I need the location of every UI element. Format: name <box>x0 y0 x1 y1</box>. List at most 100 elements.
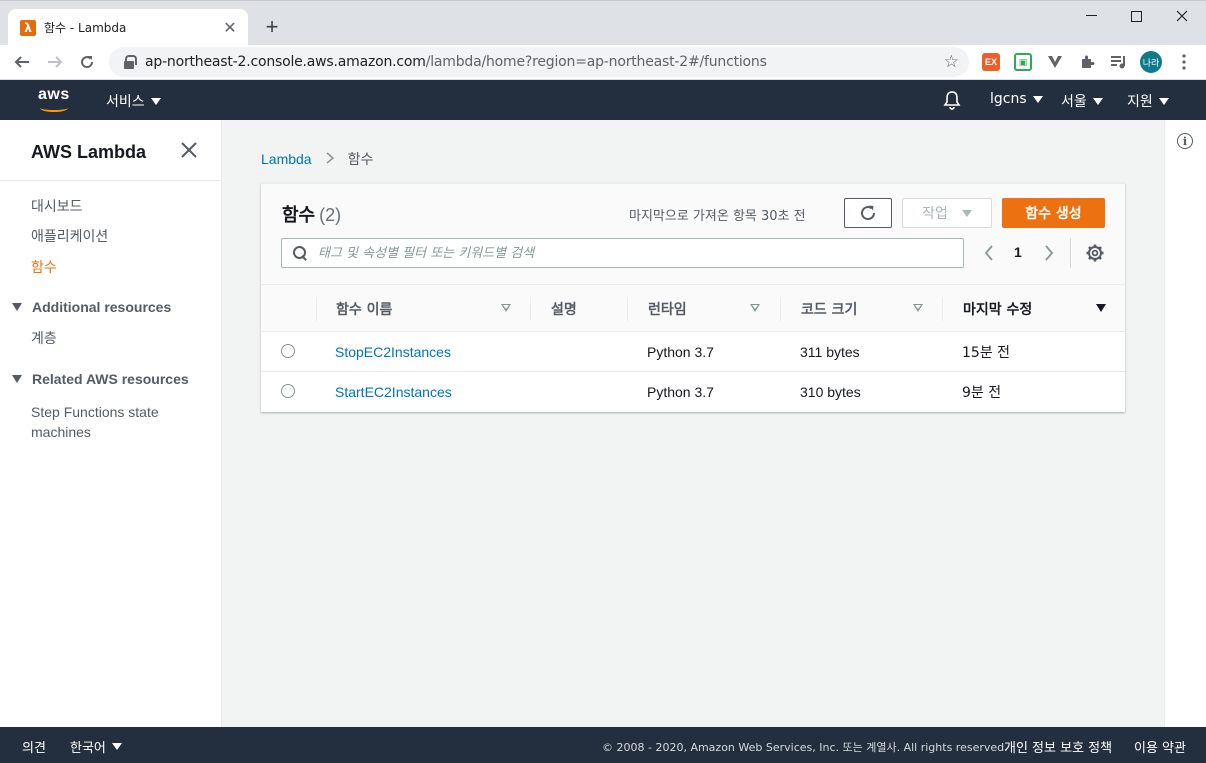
url-text: ap-northeast-2.console.aws.amazon.com/la… <box>145 54 767 70</box>
function-name-link[interactable]: StartEC2Instances <box>335 372 452 412</box>
help-rail: i <box>1164 120 1206 727</box>
caret-down-icon <box>1092 97 1103 105</box>
extension-screen-icon[interactable]: ▣ <box>1014 53 1032 71</box>
lock-icon <box>123 55 137 69</box>
sidebar-item-applications[interactable]: 애플리케이션 <box>31 226 108 246</box>
sidebar-divider <box>0 180 221 181</box>
current-page-number[interactable]: 1 <box>1014 244 1022 260</box>
table-row[interactable]: StartEC2Instances Python 3.7 310 bytes 9… <box>261 372 1125 412</box>
page-next-icon[interactable] <box>1039 243 1059 263</box>
column-header-runtime[interactable]: 런타임 <box>648 285 687 332</box>
forward-arrow-icon[interactable] <box>41 48 69 76</box>
gear-icon[interactable] <box>1085 243 1105 263</box>
support-menu[interactable]: 지원 <box>1127 91 1169 111</box>
profile-avatar[interactable]: 나라 <box>1140 51 1162 73</box>
privacy-policy-link[interactable]: 개인 정보 보호 정책 <box>1004 737 1112 756</box>
sort-icon[interactable] <box>501 304 511 312</box>
sort-icon[interactable] <box>913 304 923 312</box>
filter-search <box>281 238 964 268</box>
sidebar: AWS Lambda 대시보드 애플리케이션 함수 Additional res… <box>0 120 222 727</box>
bookmark-star-icon[interactable]: ☆ <box>944 52 959 72</box>
column-divider <box>530 297 531 321</box>
browser-menu-icon[interactable] <box>1175 53 1193 71</box>
actions-dropdown[interactable]: 작업 <box>902 198 992 228</box>
maximize-icon[interactable] <box>1113 1 1159 31</box>
caret-down-icon <box>1158 97 1169 105</box>
sidebar-item-step-functions[interactable]: Step Functions state machines <box>31 402 159 442</box>
search-icon <box>292 245 308 261</box>
address-bar[interactable]: ap-northeast-2.console.aws.amazon.com/la… <box>109 47 969 77</box>
column-header-function-name[interactable]: 함수 이름 <box>336 285 392 332</box>
sidebar-item-dashboard[interactable]: 대시보드 <box>31 196 83 216</box>
expand-triangle-icon <box>12 303 22 311</box>
back-arrow-icon[interactable] <box>8 48 36 76</box>
column-header-code-size[interactable]: 코드 크기 <box>801 285 857 332</box>
breadcrumb-current: 함수 <box>347 152 374 168</box>
caret-down-icon <box>111 743 122 750</box>
media-queue-icon[interactable] <box>1110 53 1128 71</box>
table-row[interactable]: StopEC2Instances Python 3.7 311 bytes 15… <box>261 332 1125 372</box>
functions-panel: 함수(2) 마지막으로 가져온 항목 30초 전 작업 함수 생성 1 <box>261 183 1125 412</box>
extension-v-icon[interactable] <box>1046 53 1064 71</box>
info-icon[interactable]: i <box>1177 133 1193 149</box>
new-tab-button[interactable]: + <box>260 13 284 41</box>
tab-close-icon[interactable]: ✕ <box>222 18 238 38</box>
breadcrumb: Lambda 함수 <box>261 149 373 169</box>
function-name-link[interactable]: StopEC2Instances <box>335 332 451 372</box>
browser-toolbar: ap-northeast-2.console.aws.amazon.com/la… <box>0 45 1206 80</box>
function-code-size: 311 bytes <box>800 344 860 360</box>
sidebar-section-additional-resources[interactable]: Additional resources <box>12 299 171 315</box>
sidebar-item-layers[interactable]: 계층 <box>31 328 57 348</box>
language-selector[interactable]: 한국어 <box>70 737 122 756</box>
column-divider <box>316 297 317 321</box>
copyright-text: © 2008 - 2020, Amazon Web Services, Inc.… <box>602 741 1008 754</box>
sort-icon[interactable] <box>750 304 760 312</box>
function-code-size: 310 bytes <box>800 384 861 400</box>
create-function-button[interactable]: 함수 생성 <box>1002 198 1105 228</box>
services-menu[interactable]: 서비스 <box>106 91 161 111</box>
sort-descending-icon[interactable] <box>1096 304 1106 312</box>
column-header-last-modified[interactable]: 마지막 수정 <box>963 285 1032 332</box>
extensions-puzzle-icon[interactable] <box>1078 53 1096 71</box>
breadcrumb-lambda-link[interactable]: Lambda <box>261 151 312 167</box>
function-runtime: Python 3.7 <box>647 384 714 400</box>
chevron-right-icon <box>326 151 334 167</box>
sidebar-title: AWS Lambda <box>31 142 147 162</box>
browser-tab[interactable]: λ 함수 - Lambda ✕ <box>8 9 248 46</box>
aws-logo[interactable]: aws <box>38 86 72 112</box>
account-menu[interactable]: lgcns <box>990 91 1043 107</box>
sidebar-section-related-resources[interactable]: Related AWS resources <box>12 371 189 387</box>
row-select-radio[interactable] <box>281 384 295 398</box>
browser-tabstrip: λ 함수 - Lambda ✕ + <box>0 0 1206 46</box>
search-input[interactable] <box>318 245 938 261</box>
panel-header: 함수(2) 마지막으로 가져온 항목 30초 전 작업 함수 생성 1 <box>261 184 1125 284</box>
last-fetched-text: 마지막으로 가져온 항목 30초 전 <box>629 209 806 224</box>
function-runtime: Python 3.7 <box>647 344 714 360</box>
row-select-radio[interactable] <box>281 344 295 358</box>
region-menu[interactable]: 서울 <box>1061 91 1103 111</box>
close-icon[interactable] <box>181 138 197 164</box>
expand-triangle-icon <box>12 375 22 383</box>
feedback-link[interactable]: 의견 <box>22 737 46 756</box>
caret-down-icon <box>150 97 161 105</box>
reload-icon[interactable] <box>73 48 101 76</box>
function-last-modified: 9분 전 <box>962 385 1002 401</box>
pagination-divider <box>1070 238 1071 268</box>
window-close-icon[interactable] <box>1159 1 1205 31</box>
column-divider <box>780 297 781 321</box>
refresh-button[interactable] <box>844 198 892 228</box>
extension-ex-icon[interactable]: EX <box>982 53 1000 71</box>
notification-bell-icon[interactable] <box>943 90 961 110</box>
page-previous-icon[interactable] <box>979 243 999 263</box>
table-header: 함수 이름 설명 런타임 코드 크기 마지막 수정 <box>261 284 1125 332</box>
console-footer: 의견 한국어 © 2008 - 2020, Amazon Web Service… <box>0 727 1206 763</box>
functions-count: (2) <box>319 205 342 225</box>
caret-down-icon <box>961 209 972 217</box>
terms-link[interactable]: 이용 약관 <box>1134 737 1186 756</box>
column-header-description[interactable]: 설명 <box>551 285 577 332</box>
minimize-icon[interactable] <box>1068 1 1114 31</box>
lambda-favicon-icon: λ <box>20 19 36 36</box>
caret-down-icon <box>1032 95 1043 103</box>
sidebar-item-functions[interactable]: 함수 <box>31 257 57 277</box>
column-divider <box>627 297 628 321</box>
